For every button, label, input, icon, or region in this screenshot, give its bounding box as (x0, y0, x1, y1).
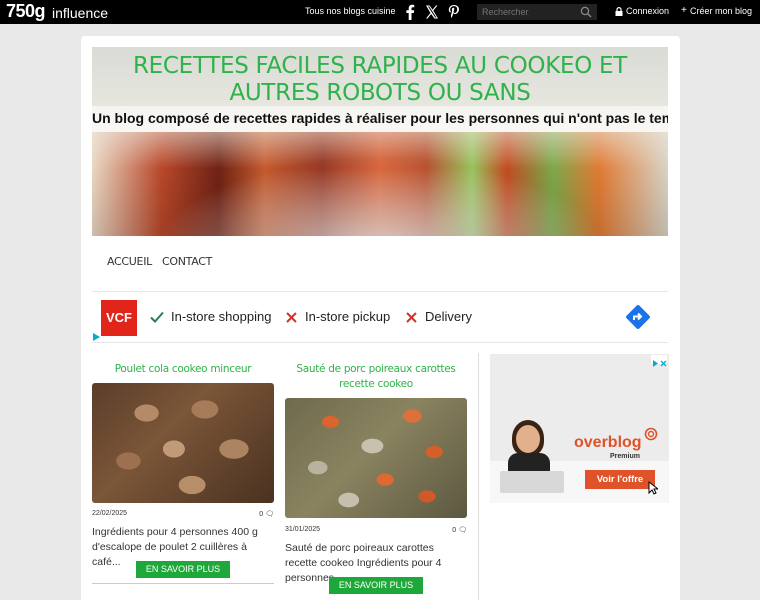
ad-banner[interactable]: VCF In-store shopping In-store pickup De… (92, 291, 668, 343)
x-icon[interactable] (425, 4, 439, 20)
post-image[interactable] (285, 398, 467, 518)
site-logo-subtitle[interactable]: influence (52, 5, 108, 21)
cross-icon (286, 312, 297, 323)
overblog-logo: overblog (574, 434, 642, 451)
premium-label: Premium (610, 453, 640, 460)
post-card: Sauté de porc poireaux carottes recette … (285, 362, 467, 594)
post-image[interactable] (92, 383, 274, 503)
overblog-premium-ad[interactable]: overblog Premium Voir l'offre (490, 354, 669, 503)
pinterest-icon[interactable] (447, 4, 461, 20)
cross-icon (406, 312, 417, 323)
nav-home[interactable]: ACCUEIL (107, 255, 152, 268)
post-card: Poulet cola cookeo minceur 22/02/2025 0 … (92, 362, 274, 584)
ad-feature-pickup: In-store pickup (305, 309, 391, 324)
overblog-swirl-icon (644, 427, 658, 441)
post-date: 22/02/2025 (92, 510, 128, 517)
plus-icon: + (681, 5, 687, 16)
facebook-icon[interactable] (403, 4, 417, 20)
lock-icon (615, 7, 623, 16)
post-date: 31/01/2025 (285, 526, 321, 533)
ad-close-icon[interactable] (651, 355, 667, 367)
main-card: RECETTES FACILES RAPIDES AU COOKEO ET AU… (81, 36, 680, 600)
comment-count[interactable]: 0 🗨 (452, 526, 467, 534)
ad-feature-shopping: In-store shopping (171, 309, 272, 324)
adchoices-icon[interactable] (92, 332, 101, 342)
see-offer-button[interactable]: Voir l'offre (585, 470, 655, 489)
directions-icon[interactable] (625, 304, 651, 330)
cursor-icon (648, 481, 658, 495)
nav-contact[interactable]: CONTACT (162, 255, 212, 268)
check-icon (150, 311, 164, 323)
login-link[interactable]: Connexion (626, 6, 669, 16)
post-divider (92, 583, 274, 584)
woman-face (516, 425, 540, 453)
all-blogs-link[interactable]: Tous nos blogs cuisine (305, 6, 396, 16)
vcf-logo: VCF (101, 300, 137, 336)
blog-description: Un blog composé de recettes rapides à ré… (92, 106, 668, 132)
search-icon[interactable] (580, 6, 592, 18)
banner-food-image (92, 132, 668, 236)
create-blog-link[interactable]: Créer mon blog (690, 6, 752, 16)
top-bar: 750g influence Tous nos blogs cuisine Co… (0, 0, 760, 24)
laptop-image (500, 471, 564, 493)
read-more-button[interactable]: EN SAVOIR PLUS (136, 561, 230, 578)
comment-count[interactable]: 0 🗨 (259, 510, 274, 518)
ad-feature-delivery: Delivery (425, 309, 472, 324)
sidebar-divider (478, 353, 479, 600)
post-title[interactable]: Poulet cola cookeo minceur (92, 362, 274, 377)
blog-title[interactable]: RECETTES FACILES RAPIDES AU COOKEO ET AU… (92, 53, 668, 107)
post-title[interactable]: Sauté de porc poireaux carottes recette … (285, 362, 467, 392)
site-logo[interactable]: 750g (6, 1, 46, 22)
comment-icon: 🗨 (265, 511, 274, 518)
read-more-button[interactable]: EN SAVOIR PLUS (329, 577, 423, 594)
search-input[interactable] (477, 4, 597, 20)
blog-banner[interactable]: RECETTES FACILES RAPIDES AU COOKEO ET AU… (92, 47, 668, 236)
comment-icon: 🗨 (458, 527, 467, 534)
